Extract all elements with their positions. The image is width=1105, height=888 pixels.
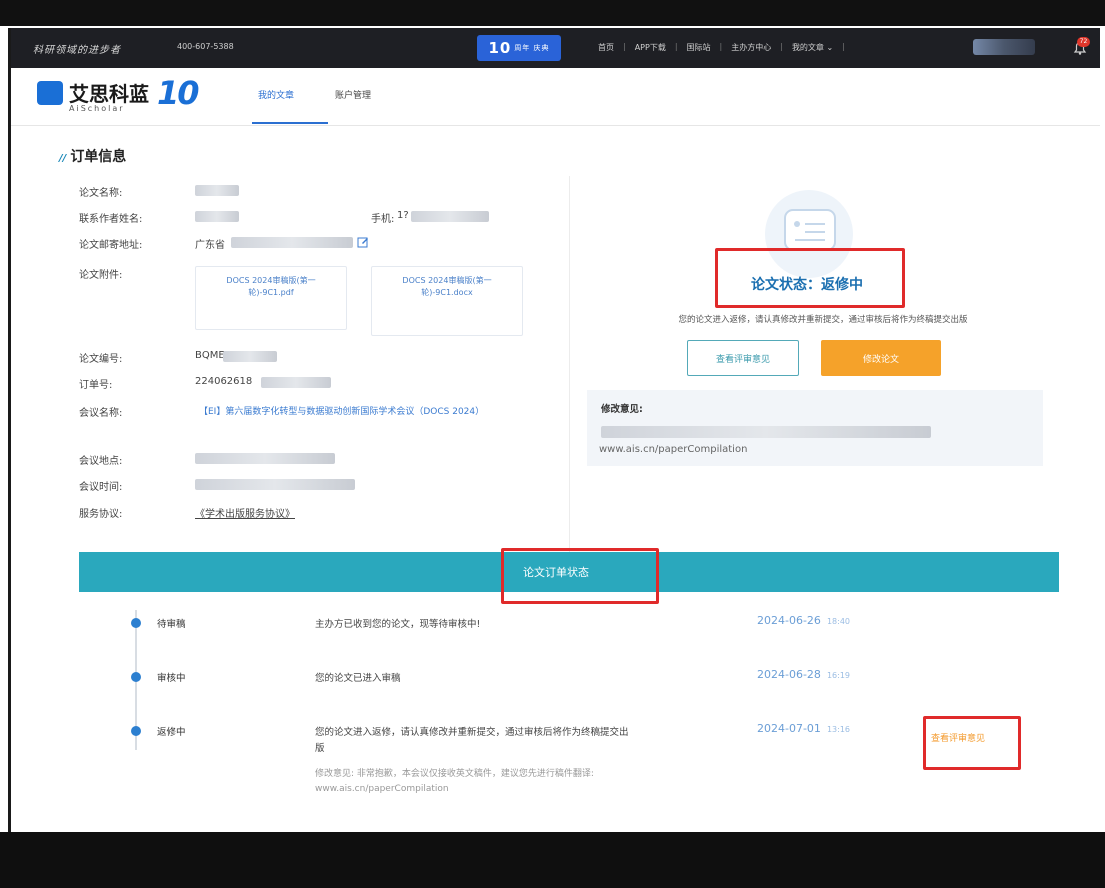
address-value-blurred [231, 237, 353, 248]
top-nav-links: 首页 | APP下载 | 国际站 | 主办方中心 | 我的文章 ⌄ | [589, 42, 845, 53]
status-highlight-box [715, 248, 905, 308]
anniversary-text: 周年 庆典 [514, 44, 550, 52]
timeline-status: 审核中 [157, 673, 186, 684]
site-slogan: 科研领域的进步者 [33, 45, 121, 56]
site-header: 艾思科蓝 AiScholar 10 我的文章 账户管理 [11, 68, 1100, 126]
status-description: 您的论文进入返修，请认真修改并重新提交，通过审核后将作为终稿提交出版 [678, 315, 968, 325]
revision-comment-url[interactable]: www.ais.cn/paperCompilation [599, 444, 747, 455]
service-agreement-label: 服务协议: [79, 509, 123, 520]
attachment-card-docx[interactable]: DOCS 2024审稿版(第一轮)-9C1.docx [371, 266, 523, 336]
tab-account-management[interactable]: 账户管理 [335, 88, 371, 101]
conference-name-label: 会议名称: [79, 408, 123, 419]
review-link-highlight-box [923, 716, 1021, 770]
timeline-description: 主办方已收到您的论文，现等待审核中! [315, 619, 481, 630]
order-no-label: 订单号: [79, 380, 113, 391]
user-avatar-blurred[interactable] [973, 39, 1035, 55]
timeline-time-value: 18:40 [826, 617, 850, 626]
hotline-phone: 400-607-5388 [177, 42, 234, 51]
nav-app-download[interactable]: APP下载 [626, 42, 675, 53]
edit-icon[interactable] [357, 236, 369, 248]
phone-value: 1? [397, 210, 409, 221]
timeline-time-value: 16:19 [826, 671, 850, 680]
service-agreement-link[interactable]: 《学术出版服务协议》 [195, 505, 295, 520]
paper-name-label: 论文名称: [79, 188, 123, 199]
paper-no-value: BQME [195, 350, 225, 361]
timeline-date-value: 2024-06-26 [757, 614, 821, 627]
timeline-date-value: 2024-06-28 [757, 668, 821, 681]
timeline-revision-url[interactable]: www.ais.cn/paperCompilation [315, 784, 449, 794]
bottom-black-bar [0, 832, 1105, 888]
top-nav-bar: 科研领域的进步者 400-607-5388 10 周年 庆典 首页 | APP下载… [11, 28, 1100, 68]
contact-name-label: 联系作者姓名: [79, 214, 143, 225]
timeline-description-continued: 版 [315, 743, 325, 754]
conference-place-label: 会议地点: [79, 456, 123, 467]
nav-international[interactable]: 国际站 [678, 42, 720, 53]
view-review-comments-button[interactable]: 查看评审意见 [687, 340, 799, 376]
tab-my-papers[interactable]: 我的文章 [258, 88, 294, 101]
timeline-dot [131, 618, 141, 628]
phone-value-blurred [411, 211, 489, 222]
chevron-down-icon: ⌄ [826, 43, 834, 52]
order-no-value: 224062618 [195, 376, 253, 387]
revision-comment-blurred [601, 426, 931, 438]
logo-subtitle: AiScholar [69, 104, 125, 113]
timeline-dot [131, 672, 141, 682]
conference-name-link[interactable]: 【EI】第六届数字化转型与数据驱动创新国际学术会议（DOCS 2024） [199, 404, 519, 420]
conference-place-value-blurred [195, 453, 335, 464]
order-info-title-text: 订单信息 [70, 149, 127, 165]
anniversary-number: 10 [488, 39, 512, 57]
nav-my-papers[interactable]: 我的文章 ⌄ [783, 42, 842, 53]
phone-label: 手机: [371, 214, 395, 225]
revise-paper-label: 修改论文 [862, 354, 899, 365]
paper-name-value-blurred [195, 185, 239, 196]
attachment-docx-name: DOCS 2024审稿版(第一轮)-9C1.docx [402, 276, 492, 297]
paper-no-value-blurred [223, 351, 277, 362]
timeline-status: 返修中 [157, 727, 186, 738]
notification-count: 72 [1077, 37, 1090, 47]
timeline-time-value: 13:16 [826, 725, 850, 734]
timeline-description: 您的论文已进入审稿 [315, 673, 401, 684]
address-label: 论文邮寄地址: [79, 240, 143, 251]
nav-home[interactable]: 首页 [589, 42, 623, 53]
conference-time-label: 会议时间: [79, 482, 123, 493]
timeline-date: 2024-06-26 18:40 [757, 614, 850, 627]
attachment-pdf-name: DOCS 2024审稿版(第一轮)-9C1.pdf [226, 276, 316, 297]
active-tab-indicator [252, 122, 328, 124]
column-divider [569, 176, 570, 554]
timeline-date-value: 2024-07-01 [757, 722, 821, 735]
revise-paper-button[interactable]: 修改论文 [821, 340, 941, 376]
timeline-dot [131, 726, 141, 736]
timeline-date: 2024-07-01 13:16 [757, 722, 850, 735]
top-black-bar [0, 0, 1105, 26]
view-review-comments-label: 查看评审意见 [715, 354, 770, 365]
screenshot: 科研领域的进步者 400-607-5388 10 周年 庆典 首页 | APP下载… [0, 0, 1105, 888]
paper-no-label: 论文编号: [79, 354, 123, 365]
nav-my-papers-label: 我的文章 [791, 43, 824, 52]
logo-anniversary: 10 [157, 74, 200, 112]
timeline-description: 您的论文进入返修，请认真修改并重新提交，通过审核后将作为终稿提交出 [315, 727, 629, 738]
nav-separator: | [842, 42, 845, 51]
order-status-highlight-box [501, 548, 659, 604]
attachments-label: 论文附件: [79, 270, 123, 281]
nav-organizer-center[interactable]: 主办方中心 [722, 42, 780, 53]
address-value: 广东省 [195, 240, 225, 251]
timeline-revision-note: 修改意见: 非常抱歉，本会议仅接收英文稿件，建议您先进行稿件翻译: [315, 769, 594, 779]
timeline-status: 待审稿 [157, 619, 186, 630]
contact-name-value-blurred [195, 211, 239, 222]
logo-text[interactable]: 艾思科蓝 [69, 78, 149, 107]
anniversary-badge[interactable]: 10 周年 庆典 [477, 35, 561, 61]
attachment-card-pdf[interactable]: DOCS 2024审稿版(第一轮)-9C1.pdf [195, 266, 347, 330]
order-info-title: //订单信息 [59, 146, 126, 166]
conference-time-value-blurred [195, 479, 355, 490]
title-decoration: // [59, 153, 67, 164]
timeline-date: 2024-06-28 16:19 [757, 668, 850, 681]
order-no-value-blurred [261, 377, 331, 388]
browser-content: 科研领域的进步者 400-607-5388 10 周年 庆典 首页 | APP下载… [8, 28, 1100, 832]
logo-icon[interactable] [37, 81, 63, 105]
revision-comment-label: 修改意见: [601, 404, 643, 415]
